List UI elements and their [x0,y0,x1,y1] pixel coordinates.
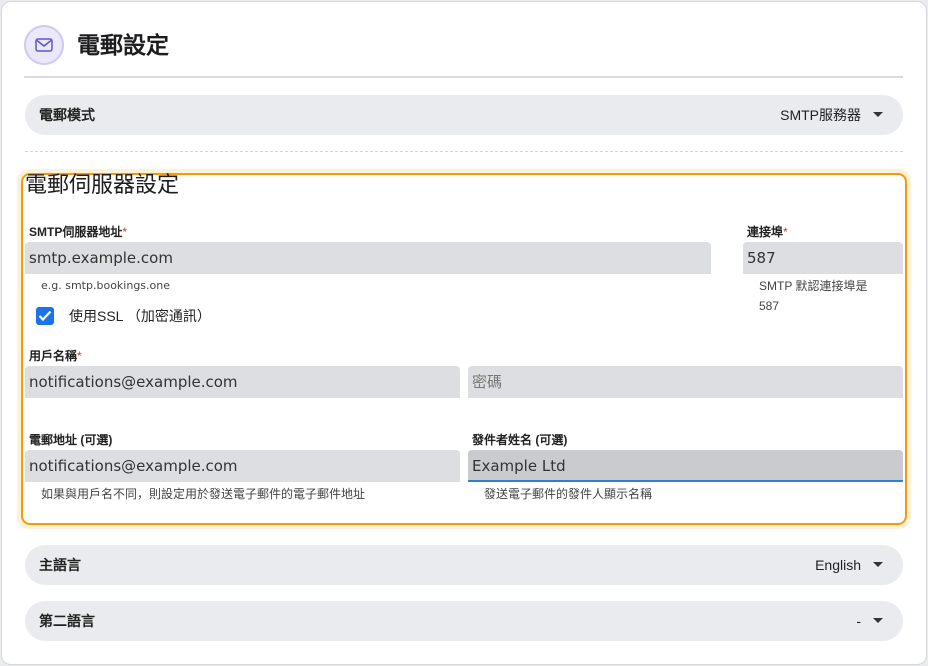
username-label: 用戶名稱* [29,348,82,364]
secondary-language-value: - [856,613,861,629]
email-mode-label: 電郵模式 [39,107,95,123]
required-mark: * [122,225,128,239]
email-mode-value: SMTP服務器 [780,107,861,123]
email-address-input[interactable]: notifications@example.com [25,450,460,482]
checkmark-icon [38,310,52,322]
smtp-host-input[interactable]: smtp.example.com [25,242,711,274]
page-title: 電郵設定 [77,32,169,58]
sender-name-input[interactable]: Example Ltd [468,450,903,482]
port-input[interactable]: 587 [743,242,903,274]
page-header: 電郵設定 [24,24,903,78]
username-input[interactable]: notifications@example.com [25,366,460,398]
smtp-host-label: SMTP伺服器地址* [29,224,127,240]
smtp-section-title: 電郵伺服器設定 [25,172,180,197]
divider [25,151,903,152]
email-address-label: 電郵地址 (可選) [29,433,113,447]
primary-language-label: 主語言 [39,557,81,573]
sender-name-hint: 發送電子郵件的發件人顯示名稱 [484,487,653,501]
port-hint-line2: 587 [759,299,780,313]
secondary-language-select[interactable]: 第二語言 - [25,601,903,641]
email-address-hint: 如果與用戶名不同，則設定用於發送電子郵件的電子郵件地址 [41,487,366,501]
mail-icon [24,25,64,65]
sender-name-label: 發件者姓名 (可選) [472,433,568,447]
required-mark: * [783,225,788,239]
password-input[interactable]: 密碼 [468,366,903,398]
smtp-host-label-text: SMTP伺服器地址 [29,225,123,239]
port-hint-line1: SMTP 默認連接埠是 [759,279,868,293]
caret-down-icon [873,562,883,567]
required-mark: * [77,349,82,363]
email-mode-select[interactable]: 電郵模式 SMTP服務器 [25,95,903,135]
ssl-checkbox-label[interactable]: 使用SSL （加密通訊） [69,306,211,326]
ssl-checkbox[interactable] [36,307,54,325]
secondary-language-label: 第二語言 [39,613,95,629]
caret-down-icon [873,112,883,117]
smtp-host-hint: e.g. smtp.bookings.one [41,279,170,292]
caret-down-icon [873,618,883,623]
primary-language-value: English [815,557,861,573]
primary-language-select[interactable]: 主語言 English [25,545,903,585]
port-label-text: 連接埠 [747,225,784,239]
port-label: 連接埠* [747,224,788,240]
username-label-text: 用戶名稱 [29,349,78,363]
